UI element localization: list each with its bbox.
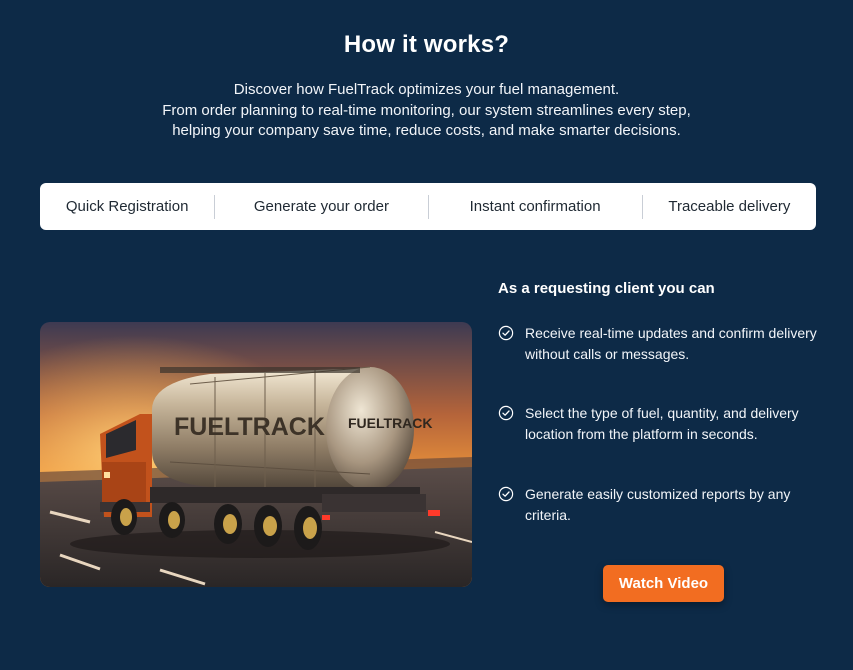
tab-quick-registration[interactable]: Quick Registration — [40, 183, 214, 230]
check-circle-icon — [498, 405, 514, 421]
benefit-item: Generate easily customized reports by an… — [498, 484, 838, 526]
check-circle-icon — [498, 325, 514, 341]
check-circle-icon — [498, 486, 514, 502]
tank-rear-brand-text: FUELTRACK — [348, 415, 433, 431]
description-line: Discover how FuelTrack optimizes your fu… — [233, 81, 620, 98]
section-description: Discover how FuelTrack optimizes your fu… — [0, 80, 853, 142]
fuel-truck-photo: FUELTRACK FUELTRACK — [40, 322, 472, 587]
watch-video-button[interactable]: Watch Video — [603, 565, 724, 602]
tab-instant-confirmation[interactable]: Instant confirmation — [429, 183, 642, 230]
description-line: From order planning to real-time monitor… — [162, 101, 691, 119]
section-title: How it works? — [343, 31, 510, 58]
description-line: helping your company save time, reduce c… — [172, 122, 681, 139]
client-heading: As a requesting client you can — [498, 280, 715, 297]
benefit-item: Receive real-time updates and confirm de… — [498, 323, 838, 365]
steps-tab-bar: Quick Registration Generate your order I… — [40, 183, 816, 230]
benefit-text: Select the type of fuel, quantity, and d… — [525, 405, 799, 442]
benefit-item: Select the type of fuel, quantity, and d… — [498, 403, 838, 445]
tank-brand-text: FUELTRACK — [174, 413, 325, 441]
tab-traceable-delivery[interactable]: Traceable delivery — [643, 183, 816, 230]
truck-tank: FUELTRACK FUELTRACK — [151, 366, 433, 491]
benefit-text: Receive real-time updates and confirm de… — [525, 325, 817, 362]
tab-generate-order[interactable]: Generate your order — [215, 183, 427, 230]
benefit-text: Generate easily customized reports by an… — [525, 486, 791, 523]
